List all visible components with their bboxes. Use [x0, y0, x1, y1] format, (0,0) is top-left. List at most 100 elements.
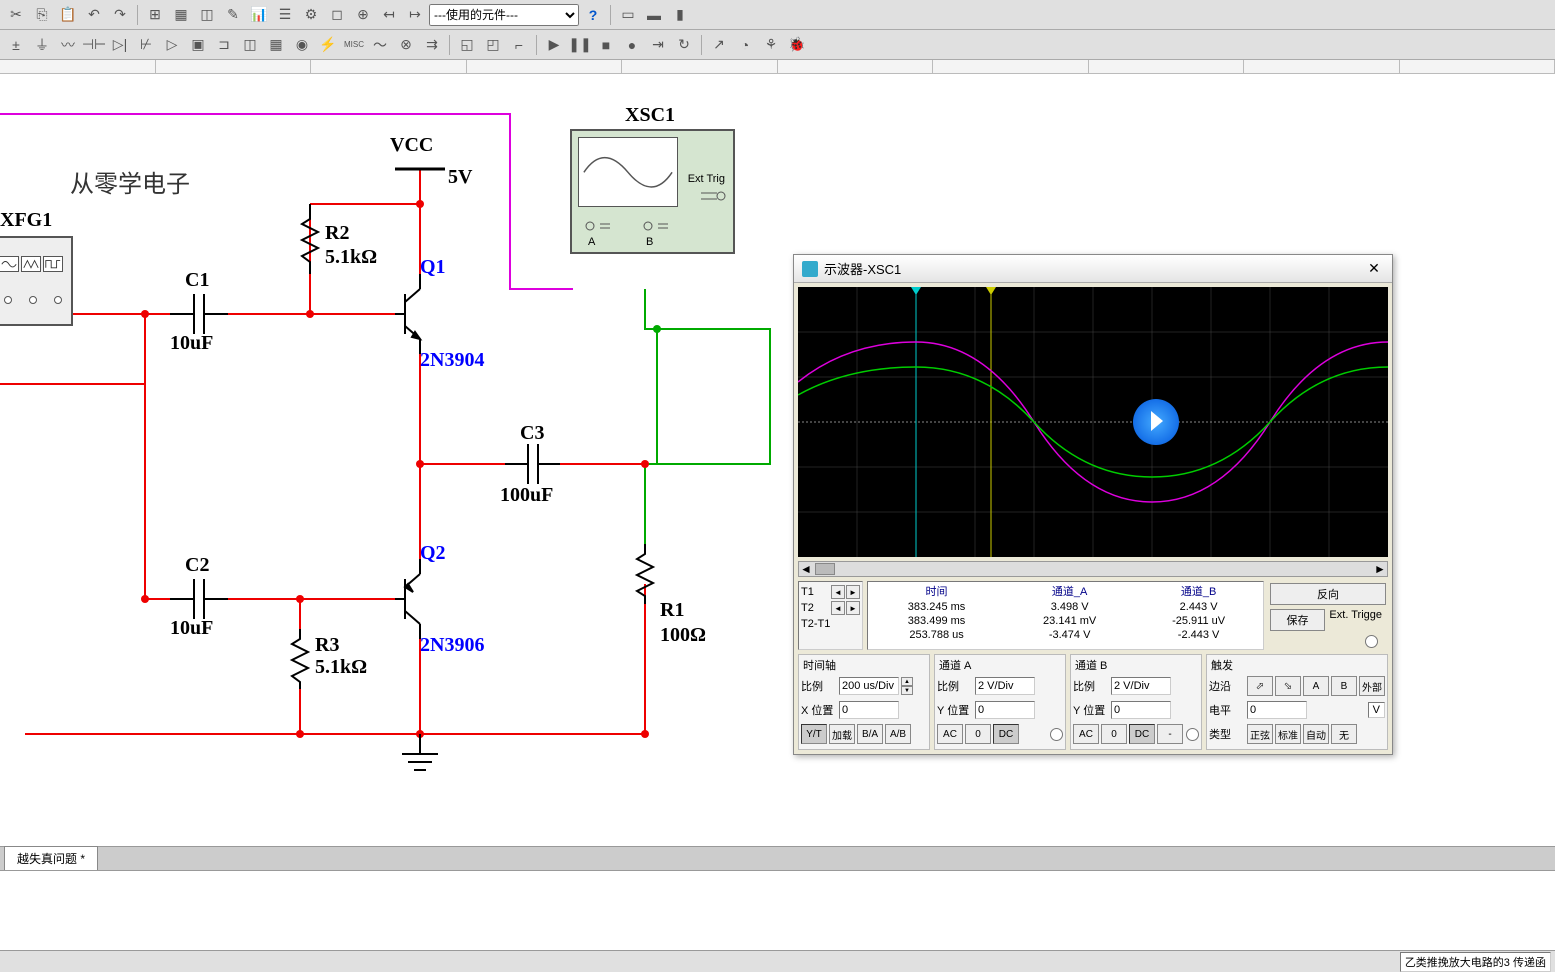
mixed-icon[interactable]: ▦ — [264, 33, 288, 57]
cha-dc-button[interactable]: DC — [993, 724, 1019, 744]
ab-button[interactable]: A/B — [885, 724, 911, 744]
chart-icon[interactable]: 📊 — [247, 3, 271, 27]
ba-button[interactable]: B/A — [857, 724, 883, 744]
zoom-in-icon[interactable]: ⊕ — [351, 3, 375, 27]
layers-icon[interactable]: ◫ — [195, 3, 219, 27]
cha-0-button[interactable]: 0 — [965, 724, 991, 744]
diode-icon[interactable]: ▷| — [108, 33, 132, 57]
trig-auto-button[interactable]: 自动 — [1303, 724, 1329, 744]
em-icon[interactable]: ⊗ — [394, 33, 418, 57]
tri-wave-icon[interactable] — [21, 256, 41, 272]
debug-icon[interactable]: 🐞 — [785, 33, 809, 57]
component-dropdown[interactable]: ---使用的元件--- — [429, 4, 579, 26]
cut-icon[interactable]: ✂ — [4, 3, 28, 27]
digital-icon[interactable]: ◫ — [238, 33, 262, 57]
add-button[interactable]: 加载 — [829, 724, 855, 744]
scale-down[interactable]: ▼ — [901, 686, 913, 695]
trig-b-button[interactable]: B — [1331, 676, 1357, 696]
cha-ac-button[interactable]: AC — [937, 724, 963, 744]
falling-edge-icon[interactable]: ⬂ — [1275, 676, 1301, 696]
scope-scrollbar[interactable]: ◄ ► — [798, 561, 1388, 577]
xfg1-instrument[interactable] — [0, 236, 73, 326]
list-icon[interactable]: ☰ — [273, 3, 297, 27]
rf-icon[interactable]: 〜 — [368, 33, 392, 57]
document-tab[interactable]: 越失真问题 * — [4, 846, 98, 870]
close-icon[interactable]: ✕ — [1364, 259, 1384, 279]
analyze-icon[interactable]: ⚘ — [759, 33, 783, 57]
view2-icon[interactable]: ▬ — [642, 3, 666, 27]
cap-icon[interactable]: ⊣⊢ — [82, 33, 106, 57]
meter-icon[interactable]: ◔ — [733, 33, 757, 57]
hier-icon[interactable]: ◱ — [455, 33, 479, 57]
yt-button[interactable]: Y/T — [801, 724, 827, 744]
tool-icon[interactable]: ⚙ — [299, 3, 323, 27]
logic-icon[interactable]: ⊐ — [212, 33, 236, 57]
chb-minus-button[interactable]: - — [1157, 724, 1183, 744]
pause-button[interactable]: ❚❚ — [568, 33, 592, 57]
copy-icon[interactable]: ⎘ — [30, 3, 54, 27]
chb-dc-button[interactable]: DC — [1129, 724, 1155, 744]
indicator-icon[interactable]: ◉ — [290, 33, 314, 57]
chb-ac-button[interactable]: AC — [1073, 724, 1099, 744]
table-icon[interactable]: ▦ — [169, 3, 193, 27]
probe-icon[interactable]: ↗ — [707, 33, 731, 57]
t2-left-button[interactable]: ◄ — [831, 601, 845, 615]
trig-std-button[interactable]: 标准 — [1275, 724, 1301, 744]
ext-trigger-radio[interactable] — [1365, 635, 1378, 648]
bus-icon[interactable]: ⇉ — [420, 33, 444, 57]
cha-scale-input[interactable] — [975, 677, 1035, 695]
trig-ext-button[interactable]: 外部 — [1359, 676, 1385, 696]
grid-icon[interactable]: ⊞ — [143, 3, 167, 27]
step-icon[interactable]: ⇥ — [646, 33, 670, 57]
redo-icon[interactable]: ↷ — [108, 3, 132, 27]
schematic-canvas[interactable]: 从零学电子 — [0, 74, 1555, 854]
stop-button[interactable]: ■ — [594, 33, 618, 57]
scope-display[interactable] — [798, 287, 1388, 557]
trig-none-button[interactable]: 无 — [1331, 724, 1357, 744]
record-icon[interactable]: ● — [620, 33, 644, 57]
chb-radio[interactable] — [1186, 728, 1199, 741]
power-icon[interactable]: ⚡ — [316, 33, 340, 57]
cha-ypos-input[interactable] — [975, 701, 1035, 719]
back-icon[interactable]: ↤ — [377, 3, 401, 27]
save-button[interactable]: 保存 — [1270, 609, 1325, 631]
t2-right-button[interactable]: ► — [846, 601, 860, 615]
square-wave-icon[interactable] — [43, 256, 63, 272]
trig-level-input[interactable] — [1247, 701, 1307, 719]
timebase-scale-input[interactable] — [839, 677, 899, 695]
run-button[interactable]: ▶ — [542, 33, 566, 57]
sub-icon[interactable]: ◰ — [481, 33, 505, 57]
scope-titlebar[interactable]: 示波器-XSC1 ✕ — [794, 255, 1392, 283]
wire-icon[interactable]: ⌐ — [507, 33, 531, 57]
forward-icon[interactable]: ↦ — [403, 3, 427, 27]
chb-ypos-input[interactable] — [1111, 701, 1171, 719]
xpos-input[interactable] — [839, 701, 899, 719]
t1-right-button[interactable]: ► — [846, 585, 860, 599]
misc-icon[interactable]: MISC — [342, 33, 366, 57]
reverse-button[interactable]: 反向 — [1270, 583, 1386, 605]
chb-scale-input[interactable] — [1111, 677, 1171, 695]
repeat-icon[interactable]: ↻ — [672, 33, 696, 57]
scale-up[interactable]: ▲ — [901, 677, 913, 686]
trig-a-button[interactable]: A — [1303, 676, 1329, 696]
resistor-icon[interactable]: 〰 — [56, 33, 80, 57]
chb-0-button[interactable]: 0 — [1101, 724, 1127, 744]
source-icon[interactable]: ± — [4, 33, 28, 57]
ground-icon[interactable]: ⏚ — [30, 33, 54, 57]
transistor-icon[interactable]: ⊬ — [134, 33, 158, 57]
xsc1-instrument[interactable]: Ext Trig A B — [570, 129, 735, 254]
undo-icon[interactable]: ↶ — [82, 3, 106, 27]
sine-wave-icon[interactable] — [0, 256, 19, 272]
ic-icon[interactable]: ▣ — [186, 33, 210, 57]
view1-icon[interactable]: ▭ — [616, 3, 640, 27]
t1-left-button[interactable]: ◄ — [831, 585, 845, 599]
help-icon[interactable]: ? — [581, 3, 605, 27]
select-icon[interactable]: ◻ — [325, 3, 349, 27]
paste-icon[interactable]: 📋 — [56, 3, 80, 27]
cha-radio[interactable] — [1050, 728, 1063, 741]
view3-icon[interactable]: ▮ — [668, 3, 692, 27]
opamp-icon[interactable]: ▷ — [160, 33, 184, 57]
pencil-icon[interactable]: ✎ — [221, 3, 245, 27]
trig-sine-button[interactable]: 正弦 — [1247, 724, 1273, 744]
rising-edge-icon[interactable]: ⬀ — [1247, 676, 1273, 696]
